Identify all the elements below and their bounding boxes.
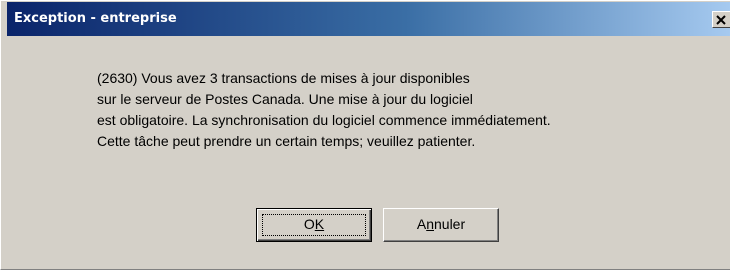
- ok-button-label: OK: [304, 216, 324, 232]
- title-bar[interactable]: Exception - entreprise: [7, 2, 730, 36]
- message-line: Cette tâche peut prendre un certain temp…: [97, 133, 476, 149]
- cancel-label-text: A: [416, 216, 427, 232]
- window-title: Exception - entreprise: [14, 11, 177, 26]
- exception-dialog: Exception - entreprise (2630) Vous avez …: [0, 0, 730, 270]
- ok-button[interactable]: OK: [256, 208, 372, 242]
- ok-label-mnemonic: K: [314, 216, 325, 232]
- message-line: sur le serveur de Postes Canada. Une mis…: [97, 91, 473, 107]
- cancel-button-label: Annuler: [417, 216, 465, 232]
- cancel-button[interactable]: Annuler: [383, 208, 499, 242]
- ok-label-text: O: [303, 216, 315, 232]
- close-icon: [716, 15, 726, 25]
- cancel-label-mnemonic: n: [426, 216, 434, 232]
- error-message: (2630) Vous avez 3 transactions de mises…: [97, 68, 551, 152]
- message-line: (2630) Vous avez 3 transactions de mises…: [97, 70, 470, 86]
- close-button[interactable]: [712, 11, 730, 28]
- message-line: est obligatoire. La synchronisation du l…: [97, 112, 551, 128]
- cancel-label-rest: nuler: [434, 216, 466, 232]
